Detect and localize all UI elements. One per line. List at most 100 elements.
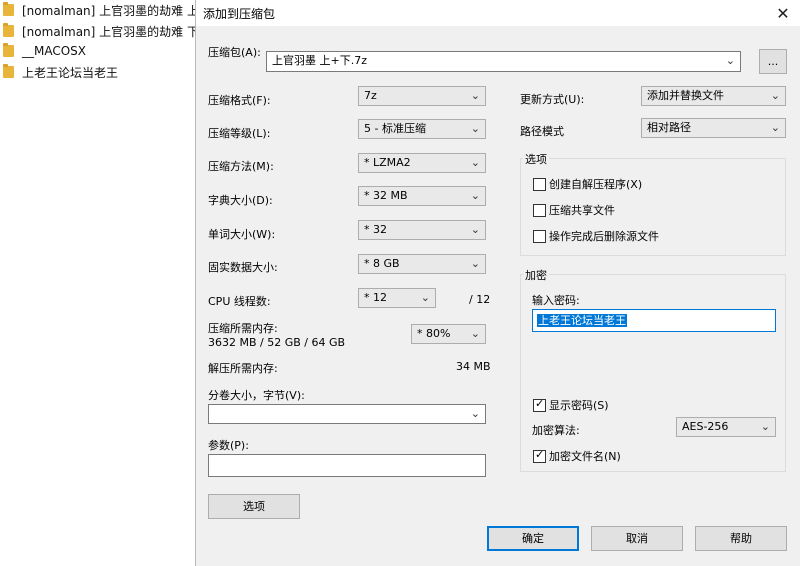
encryption-method-value: AES-256 [682, 420, 729, 433]
password-input[interactable]: 上老王论坛当老王 [532, 309, 776, 332]
chevron-down-icon: ⌄ [770, 121, 780, 134]
chevron-down-icon: ⌄ [470, 189, 480, 202]
path-mode-label: 路径模式 [520, 125, 564, 138]
update-mode-select[interactable]: 添加并替换文件 ⌄ [641, 86, 786, 106]
close-icon: ✕ [776, 3, 790, 23]
delete-after-checkbox[interactable]: 操作完成后删除源文件 [533, 228, 659, 244]
cpu-threads-select[interactable]: * 12 ⌄ [358, 288, 436, 308]
format-value: 7z [364, 89, 377, 102]
decompress-memory-label: 解压所需内存: [208, 362, 278, 375]
cpu-threads-total: / 12 [469, 293, 491, 306]
encrypt-names-label: 加密文件名(N) [549, 450, 621, 463]
delete-after-label: 操作完成后删除源文件 [549, 230, 659, 243]
dict-label: 字典大小(D): [208, 194, 273, 207]
cancel-button[interactable]: 取消 [591, 526, 683, 551]
list-item-label: __MACOSX [22, 44, 87, 58]
browse-button[interactable]: ... [759, 49, 787, 74]
options-button[interactable]: 选项 [208, 494, 300, 519]
compress-shared-checkbox[interactable]: 压缩共享文件 [533, 202, 615, 218]
cpu-label: CPU 线程数: [208, 295, 271, 308]
encryption-method-label: 加密算法: [532, 424, 580, 437]
list-item-label: [nomalman] 上官羽墨的劫难 上 [22, 3, 199, 18]
encryption-method-select[interactable]: AES-256 ⌄ [676, 417, 776, 437]
cpu-threads-value: * 12 [364, 291, 387, 304]
path-mode-value: 相对路径 [647, 121, 691, 134]
list-item-label: 上老王论坛当老王 [22, 65, 119, 80]
word-value: * 32 [364, 223, 387, 236]
solid-label: 固实数据大小: [208, 261, 278, 274]
options-group-title: 选项 [523, 151, 549, 167]
memory-label: 压缩所需内存: [208, 322, 278, 335]
level-select[interactable]: 5 - 标准压缩 ⌄ [358, 119, 486, 139]
memory-value: 3632 MB / 52 GB / 64 GB [208, 336, 346, 349]
chevron-down-icon: ⌄ [770, 89, 780, 102]
path-mode-select[interactable]: 相对路径 ⌄ [641, 118, 786, 138]
ok-button[interactable]: 确定 [487, 526, 579, 551]
list-item[interactable]: [nomalman] 上官羽墨的劫难 上 [0, 0, 200, 20]
word-label: 单词大小(W): [208, 228, 276, 241]
show-password-checkbox[interactable]: 显示密码(S) [533, 397, 609, 413]
file-explorer-list: [nomalman] 上官羽墨的劫难 上 [nomalman] 上官羽墨的劫难 … [0, 0, 200, 566]
chevron-down-icon: ⌄ [470, 223, 480, 236]
word-select[interactable]: * 32 ⌄ [358, 220, 486, 240]
password-value: 上老王论坛当老王 [537, 314, 627, 327]
decompress-memory-value: 34 MB [456, 360, 491, 373]
params-input[interactable] [208, 454, 486, 477]
dict-select[interactable]: * 32 MB ⌄ [358, 186, 486, 206]
method-select[interactable]: * LZMA2 ⌄ [358, 153, 486, 173]
archive-path-combo[interactable]: 上官羽墨 上+下.7z ⌄ [266, 51, 741, 72]
solid-value: * 8 GB [364, 257, 400, 270]
archive-label: 压缩包(A): [208, 46, 261, 59]
folder-icon [3, 43, 14, 57]
create-sfx-checkbox[interactable]: 创建自解压程序(X) [533, 176, 642, 192]
chevron-down-icon: ⌄ [470, 89, 480, 102]
checkbox-box[interactable] [533, 397, 546, 412]
update-mode-label: 更新方式(U): [520, 93, 585, 106]
method-label: 压缩方法(M): [208, 160, 274, 173]
memory-percent-select[interactable]: * 80% ⌄ [411, 324, 486, 344]
help-button[interactable]: 帮助 [695, 526, 787, 551]
compress-shared-label: 压缩共享文件 [549, 204, 615, 217]
level-value: 5 - 标准压缩 [364, 122, 426, 135]
chevron-down-icon: ⌄ [760, 420, 770, 433]
method-value: * LZMA2 [364, 156, 411, 169]
chevron-down-icon: ⌄ [420, 291, 430, 304]
chevron-down-icon: ⌄ [470, 156, 480, 169]
list-item[interactable]: __MACOSX [0, 41, 200, 61]
folder-icon [3, 23, 14, 37]
split-size-combo[interactable]: ⌄ [208, 404, 486, 424]
checkbox-box[interactable] [533, 229, 546, 243]
title-bar: 添加到压缩包 ✕ [196, 0, 800, 26]
params-label: 参数(P): [208, 439, 249, 452]
add-to-archive-dialog: 添加到压缩包 ✕ 压缩包(A): 上官羽墨 上+下.7z ⌄ ... 压缩格式(… [195, 0, 800, 566]
list-item-label: [nomalman] 上官羽墨的劫难 下 [22, 24, 199, 39]
format-select[interactable]: 7z ⌄ [358, 86, 486, 106]
update-mode-value: 添加并替换文件 [647, 89, 724, 102]
checkbox-box[interactable] [533, 448, 546, 463]
archive-path-value: 上官羽墨 上+下.7z [272, 54, 367, 67]
chevron-down-icon: ⌄ [470, 122, 480, 135]
chevron-down-icon[interactable]: ⌄ [726, 52, 735, 70]
list-item[interactable]: [nomalman] 上官羽墨的劫难 下 [0, 21, 200, 41]
solid-select[interactable]: * 8 GB ⌄ [358, 254, 486, 274]
format-label: 压缩格式(F): [208, 94, 271, 107]
dialog-title: 添加到压缩包 [203, 7, 276, 21]
close-button[interactable]: ✕ [765, 0, 800, 26]
checkbox-box[interactable] [533, 203, 546, 217]
memory-percent-value: * 80% [417, 327, 451, 340]
password-label: 输入密码: [532, 294, 580, 307]
checkbox-box[interactable] [533, 177, 546, 191]
list-item[interactable]: 上老王论坛当老王 [0, 62, 200, 82]
level-label: 压缩等级(L): [208, 127, 271, 140]
split-size-label: 分卷大小，字节(V): [208, 389, 305, 402]
create-sfx-label: 创建自解压程序(X) [549, 178, 643, 191]
folder-icon [3, 64, 14, 78]
encryption-group-title: 加密 [523, 267, 549, 283]
encrypt-names-checkbox[interactable]: 加密文件名(N) [533, 448, 621, 464]
chevron-down-icon: ⌄ [470, 407, 480, 420]
show-password-label: 显示密码(S) [549, 399, 609, 412]
folder-icon [3, 2, 14, 16]
chevron-down-icon: ⌄ [470, 327, 480, 340]
chevron-down-icon: ⌄ [470, 257, 480, 270]
dict-value: * 32 MB [364, 189, 408, 202]
